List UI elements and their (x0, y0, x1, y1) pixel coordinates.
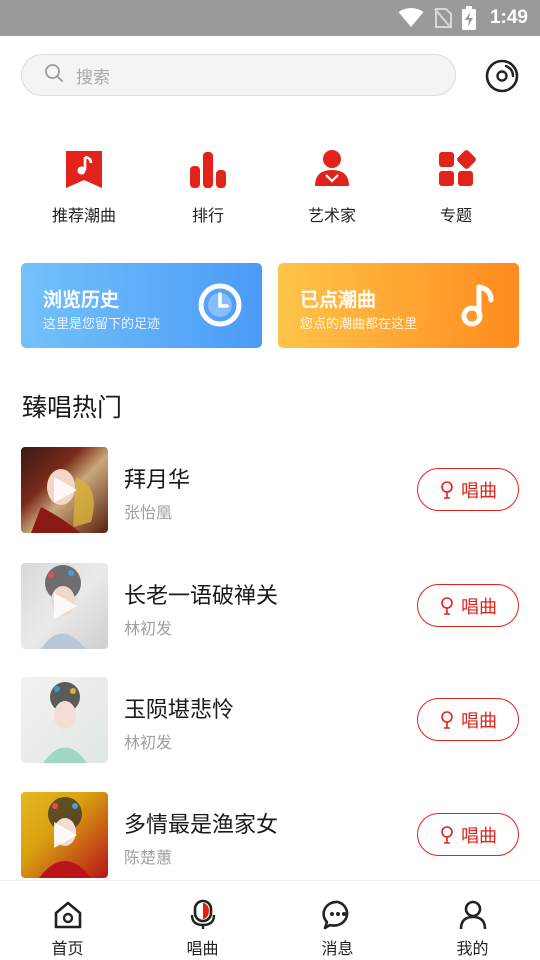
category-label: 排行 (191, 206, 224, 225)
song-title: 拜月华 (124, 468, 191, 493)
category-label: 推荐潮曲 (51, 206, 116, 225)
banner-subtitle: 您点的潮曲都在这里 (300, 317, 418, 332)
music-note-icon (453, 281, 501, 329)
sing-button-label: 唱曲 (461, 480, 497, 502)
sing-button-label: 唱曲 (461, 596, 497, 618)
person-icon (312, 148, 352, 190)
song-artist: 林初发 (124, 619, 173, 638)
song-cover[interactable] (21, 677, 108, 763)
song-cover[interactable] (21, 792, 108, 878)
nav-home[interactable]: 首页 (0, 881, 135, 960)
mic-icon (439, 710, 455, 729)
status-bar: 1:49 (0, 0, 540, 36)
nav-label: 我的 (456, 939, 489, 958)
microphone-icon (187, 899, 219, 931)
category-topic[interactable]: 专题 (396, 148, 516, 226)
chat-bubble-icon (321, 899, 354, 931)
nav-profile[interactable]: 我的 (405, 881, 540, 960)
bar-chart-icon (188, 148, 228, 190)
search-placeholder: 搜索 (76, 67, 110, 88)
list-item[interactable]: 长老一语破禅关 林初发 唱曲 (0, 563, 540, 649)
sing-button[interactable]: 唱曲 (417, 468, 519, 511)
song-title: 多情最是渔家女 (124, 813, 279, 838)
section-title: 臻唱热门 (22, 393, 123, 422)
mic-icon (439, 825, 455, 844)
search-icon (44, 63, 64, 87)
song-artist: 张怡凰 (124, 503, 173, 522)
song-artist: 陈楚蕙 (124, 848, 173, 867)
category-ranking[interactable]: 排行 (148, 148, 268, 226)
nav-sing[interactable]: 唱曲 (135, 881, 270, 960)
history-banner[interactable]: 浏览历史 这里是您留下的足迹 (21, 263, 262, 348)
sing-button-label: 唱曲 (461, 825, 497, 847)
category-recommended[interactable]: 推荐潮曲 (24, 148, 144, 226)
bottom-nav: 首页 唱曲 消息 我的 (0, 880, 540, 960)
sing-button[interactable]: 唱曲 (417, 584, 519, 627)
list-item[interactable]: 玉陨堪悲怜 林初发 唱曲 (0, 677, 540, 763)
sing-button-label: 唱曲 (461, 710, 497, 732)
music-note-bookmark-icon (64, 148, 104, 190)
nav-label: 唱曲 (186, 939, 219, 958)
song-title: 长老一语破禅关 (124, 584, 279, 609)
battery-charging-icon (461, 6, 476, 30)
banner-title: 已点潮曲 (300, 289, 377, 311)
song-artist: 林初发 (124, 733, 173, 752)
play-icon (51, 591, 79, 621)
play-icon (51, 820, 79, 850)
nav-label: 消息 (321, 939, 354, 958)
sing-button[interactable]: 唱曲 (417, 813, 519, 856)
status-time: 1:49 (489, 7, 528, 28)
category-row: 推荐潮曲 排行 艺术家 专题 (0, 148, 540, 238)
list-item[interactable]: 多情最是渔家女 陈楚蕙 唱曲 (0, 792, 540, 878)
sing-button[interactable]: 唱曲 (417, 698, 519, 741)
song-title: 玉陨堪悲怜 (124, 698, 235, 723)
song-cover[interactable] (21, 447, 108, 533)
list-item[interactable]: 拜月华 张怡凰 唱曲 (0, 447, 540, 533)
category-label: 专题 (439, 206, 472, 225)
banner-title: 浏览历史 (43, 289, 120, 311)
play-icon (51, 475, 79, 505)
grid-squares-icon (436, 148, 476, 190)
song-cover[interactable] (21, 563, 108, 649)
nav-label: 首页 (51, 939, 84, 958)
user-icon (457, 899, 489, 931)
wifi-icon (398, 8, 424, 28)
disc-icon[interactable] (485, 59, 519, 93)
search-input[interactable]: 搜索 (21, 54, 456, 96)
category-artist[interactable]: 艺术家 (272, 148, 392, 226)
mic-icon (439, 596, 455, 615)
nav-messages[interactable]: 消息 (270, 881, 405, 960)
clock-icon (196, 281, 244, 329)
banner-subtitle: 这里是您留下的足迹 (43, 317, 161, 332)
mic-icon (439, 480, 455, 499)
home-icon (52, 899, 84, 931)
category-label: 艺术家 (307, 206, 356, 225)
no-sim-icon (434, 7, 452, 29)
ordered-songs-banner[interactable]: 已点潮曲 您点的潮曲都在这里 (278, 263, 519, 348)
